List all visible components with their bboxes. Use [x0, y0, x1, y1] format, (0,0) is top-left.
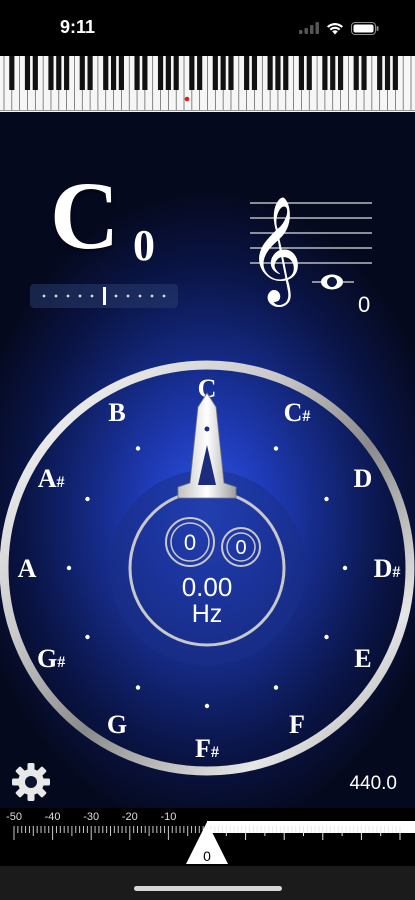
ruler-label: 50 [394, 811, 406, 823]
ruler-label: 10 [239, 811, 251, 823]
signal-icon [299, 22, 319, 34]
cents-ruler: -50 -40 -30 -20 -10 0 10 20 30 40 50 0 [0, 808, 415, 866]
bubble-large-value: 0 [184, 530, 196, 555]
dial-tick [273, 446, 279, 451]
note-name: C [50, 162, 120, 269]
home-area [0, 866, 415, 900]
dial-tick [85, 634, 90, 640]
ruler-label: 40 [355, 811, 367, 823]
bubble-small-value: 0 [235, 537, 246, 559]
dial-note-c-sharp: C# [284, 398, 311, 427]
dial-tick [342, 565, 348, 571]
dial-note-d-sharp: D# [374, 554, 401, 583]
dial-note-a-sharp: A# [38, 464, 65, 493]
cents-mini-indicator [30, 284, 178, 308]
dial-note-a: A [18, 554, 37, 583]
treble-clef-icon: 𝄞 [248, 197, 302, 307]
staff-offset: 0 [358, 292, 371, 317]
note-octave: 0 [133, 221, 155, 270]
dial-tick [85, 496, 90, 502]
reference-pitch[interactable]: 440.0 [349, 773, 397, 795]
wifi-icon [327, 22, 343, 34]
dial-tick [135, 446, 141, 451]
status-icons [299, 18, 379, 38]
dial-note-d: D [353, 464, 372, 493]
settings-button[interactable] [11, 762, 51, 802]
dial-tick [324, 634, 329, 640]
ruler-label: -50 [6, 811, 22, 823]
ruler-label: -10 [160, 811, 176, 823]
dial-note-f: F [289, 710, 305, 739]
ruler-label: -20 [122, 811, 138, 823]
dial-note-b: B [108, 398, 125, 427]
frequency-value: 0.00 [182, 572, 233, 602]
music-staff: 𝄞 [240, 180, 380, 310]
home-indicator[interactable] [134, 886, 282, 891]
piano-keys[interactable] [0, 56, 415, 112]
dial-tick [324, 496, 329, 502]
dial-tick [273, 685, 279, 690]
status-time: 9:11 [60, 17, 96, 37]
ruler-label: 20 [278, 811, 290, 823]
dial-note-e: E [354, 644, 371, 673]
dial-tick [66, 565, 72, 571]
frequency-unit: Hz [192, 600, 223, 628]
ruler-label: -40 [45, 811, 61, 823]
dial-note-f-sharp: F# [195, 734, 219, 763]
cents-pointer-value: 0 [203, 848, 211, 864]
dial-tick [204, 703, 210, 709]
status-bar: 9:11 [0, 0, 415, 56]
piano-keyboard[interactable] [0, 56, 415, 112]
current-key-marker [184, 96, 190, 102]
ruler-label: 0 [204, 811, 210, 823]
dial-note-g-sharp: G# [37, 644, 65, 673]
tuner-dial: CC#DD#EFF#GG#AA#B 0 0 0.00 Hz [0, 360, 415, 776]
dial-tick [135, 685, 141, 690]
gear-icon [12, 763, 50, 801]
ruler-label: -30 [83, 811, 99, 823]
battery-icon [351, 21, 379, 35]
ruler-label: 30 [317, 811, 329, 823]
dial-note-g: G [107, 710, 127, 739]
